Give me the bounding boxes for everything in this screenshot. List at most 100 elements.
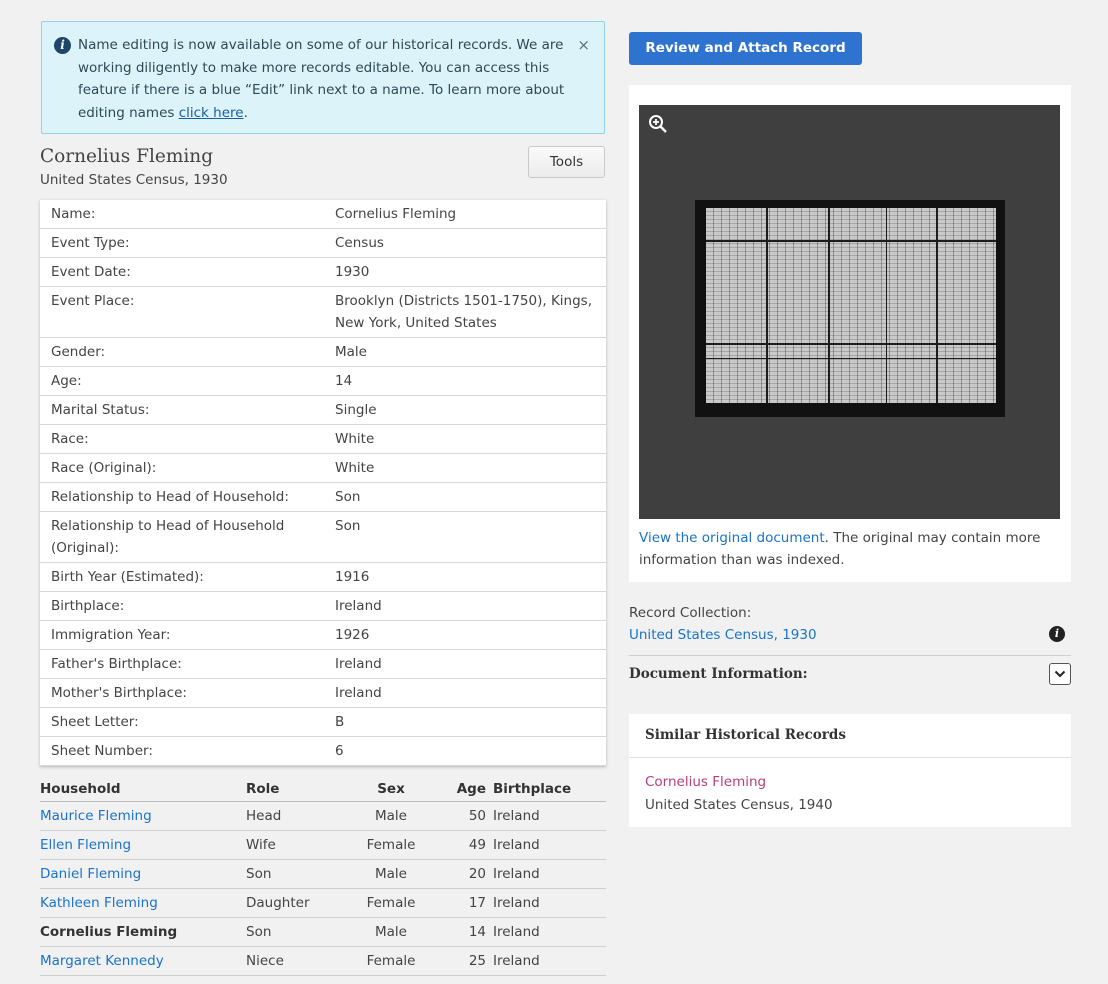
household-row: Kathleen Fleming Daughter Female 17 Ireland bbox=[40, 889, 606, 918]
close-icon[interactable]: × bbox=[577, 34, 590, 57]
household-member-link[interactable]: Kathleen Fleming bbox=[40, 895, 246, 911]
detail-row: Father's Birthplace: Ireland bbox=[40, 650, 606, 679]
household-birthplace: Ireland bbox=[493, 953, 540, 969]
tools-button[interactable]: Tools bbox=[528, 146, 605, 178]
detail-row: Birthplace: Ireland bbox=[40, 592, 606, 621]
similar-record-link[interactable]: Cornelius Fleming bbox=[645, 774, 766, 790]
detail-value: B bbox=[335, 714, 345, 730]
detail-value: Brooklyn (Districts 1501-1750), Kings, N… bbox=[335, 293, 593, 331]
household-member-link[interactable]: Daniel Fleming bbox=[40, 866, 246, 882]
detail-label: Event Place: bbox=[51, 293, 135, 309]
household-row: Margaret Kennedy Niece Female 25 Ireland bbox=[40, 947, 606, 976]
detail-row: Mother's Birthplace: Ireland bbox=[40, 679, 606, 708]
review-and-attach-record-button[interactable]: Review and Attach Record bbox=[629, 32, 862, 65]
detail-label: Birthplace: bbox=[51, 598, 125, 614]
household-birthplace: Ireland bbox=[493, 924, 540, 940]
detail-row: Event Date: 1930 bbox=[40, 258, 606, 287]
household-birthplace: Ireland bbox=[493, 895, 540, 911]
detail-label: Sheet Number: bbox=[51, 743, 153, 759]
notice-text-end: . bbox=[243, 104, 248, 121]
household-age: 25 bbox=[468, 953, 486, 969]
record-collection-subtitle: United States Census, 1930 bbox=[40, 172, 228, 188]
detail-value: 6 bbox=[335, 743, 344, 759]
detail-value: Single bbox=[335, 402, 377, 418]
household-sex: Male bbox=[375, 866, 407, 882]
header-household: Household bbox=[40, 780, 121, 797]
detail-label: Relationship to Head of Household: bbox=[51, 489, 289, 505]
header-role: Role bbox=[246, 780, 280, 797]
similar-records-title: Similar Historical Records bbox=[629, 714, 1071, 758]
detail-label: Marital Status: bbox=[51, 402, 150, 418]
household-age: 20 bbox=[468, 866, 486, 882]
household-age: 49 bbox=[468, 837, 486, 853]
household-sex: Male bbox=[375, 924, 407, 940]
household-age: 14 bbox=[468, 924, 486, 940]
chevron-down-icon bbox=[1054, 670, 1066, 678]
collection-info-icon[interactable]: i bbox=[1049, 626, 1065, 642]
detail-label: Event Type: bbox=[51, 235, 130, 251]
notice-click-here-link[interactable]: click here bbox=[179, 105, 244, 121]
detail-value: Cornelius Fleming bbox=[335, 206, 457, 222]
detail-label: Relationship to Head of Household (Origi… bbox=[51, 518, 285, 556]
household-sex: Female bbox=[366, 837, 416, 853]
detail-label: Age: bbox=[51, 373, 82, 389]
household-birthplace: Ireland bbox=[493, 837, 540, 853]
header-age: Age bbox=[456, 780, 486, 797]
record-collection-link[interactable]: United States Census, 1930 bbox=[629, 627, 817, 643]
detail-label: Father's Birthplace: bbox=[51, 656, 182, 672]
record-title: Cornelius Fleming bbox=[40, 146, 214, 167]
edit-notice-banner: i Name editing is now available on some … bbox=[41, 21, 605, 134]
household-role: Head bbox=[246, 808, 282, 824]
detail-value: Ireland bbox=[335, 598, 382, 614]
detail-row: Sheet Number: 6 bbox=[40, 737, 606, 766]
household-row: Ellen Fleming Wife Female 49 Ireland bbox=[40, 831, 606, 860]
image-caption: View the original document. The original… bbox=[639, 527, 1059, 571]
detail-label: Gender: bbox=[51, 344, 106, 360]
household-member-link[interactable]: Ellen Fleming bbox=[40, 837, 246, 853]
detail-label: Race (Original): bbox=[51, 460, 157, 476]
document-information-toggle[interactable] bbox=[1049, 663, 1071, 685]
zoom-in-icon[interactable] bbox=[648, 114, 668, 134]
household-age: 50 bbox=[468, 808, 486, 824]
image-viewer[interactable] bbox=[639, 105, 1060, 519]
household-birthplace: Ireland bbox=[493, 808, 540, 824]
household-table: Household Role Sex Age Birthplace Mauric… bbox=[40, 776, 606, 976]
record-image-panel: View the original document. The original… bbox=[629, 85, 1071, 582]
detail-value: Son bbox=[335, 518, 361, 534]
similar-record-collection: United States Census, 1940 bbox=[645, 797, 833, 813]
detail-label: Mother's Birthplace: bbox=[51, 685, 187, 701]
detail-value: 1916 bbox=[335, 569, 370, 585]
detail-label: Race: bbox=[51, 431, 89, 447]
detail-value: 14 bbox=[335, 373, 353, 389]
household-member-link[interactable]: Margaret Kennedy bbox=[40, 953, 246, 969]
detail-label: Immigration Year: bbox=[51, 627, 171, 643]
household-role: Daughter bbox=[246, 895, 310, 911]
similar-records-panel: Similar Historical Records Cornelius Fle… bbox=[629, 714, 1071, 827]
detail-row: Relationship to Head of Household: Son bbox=[40, 483, 606, 512]
detail-row: Race: White bbox=[40, 425, 606, 454]
household-row: Cornelius Fleming Son Male 14 Ireland bbox=[40, 918, 606, 947]
record-details-table: Name: Cornelius Fleming Event Type: Census E… bbox=[40, 200, 606, 766]
household-sex: Female bbox=[366, 895, 416, 911]
household-member-name: Cornelius Fleming bbox=[40, 924, 178, 940]
detail-row: Gender: Male bbox=[40, 338, 606, 367]
household-header-row: Household Role Sex Age Birthplace bbox=[40, 776, 606, 802]
detail-row: Sheet Letter: B bbox=[40, 708, 606, 737]
detail-label: Sheet Letter: bbox=[51, 714, 139, 730]
detail-value: 1926 bbox=[335, 627, 370, 643]
household-sex: Female bbox=[366, 953, 416, 969]
detail-row: Birth Year (Estimated): 1916 bbox=[40, 563, 606, 592]
detail-row: Event Type: Census bbox=[40, 229, 606, 258]
detail-row: Age: 14 bbox=[40, 367, 606, 396]
household-member-link[interactable]: Maurice Fleming bbox=[40, 808, 246, 824]
detail-row: Marital Status: Single bbox=[40, 396, 606, 425]
detail-row: Immigration Year: 1926 bbox=[40, 621, 606, 650]
view-original-document-link[interactable]: View the original document bbox=[639, 530, 825, 546]
household-role: Niece bbox=[246, 953, 284, 969]
household-age: 17 bbox=[468, 895, 486, 911]
detail-value: Ireland bbox=[335, 685, 382, 701]
household-birthplace: Ireland bbox=[493, 866, 540, 882]
detail-value: Census bbox=[335, 235, 384, 251]
census-document-thumbnail[interactable] bbox=[695, 200, 1005, 417]
document-information-label: Document Information: bbox=[629, 666, 808, 682]
